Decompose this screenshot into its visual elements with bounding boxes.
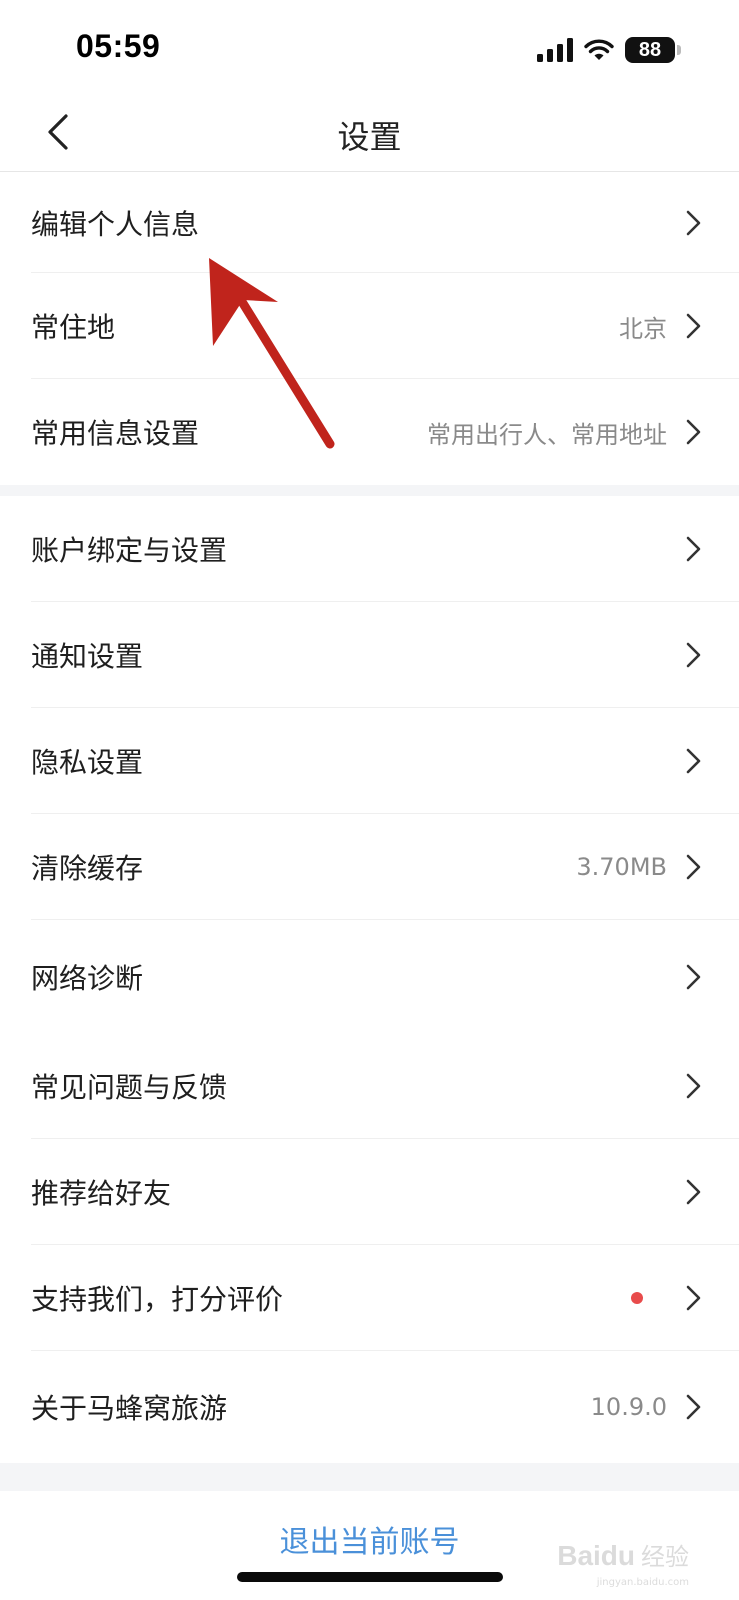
- status-bar: 05:59 88: [0, 0, 739, 92]
- chevron-right-icon: [686, 748, 701, 774]
- row-common-info[interactable]: 常用信息设置 常用出行人、常用地址: [0, 379, 739, 485]
- settings-group-about: 常见问题与反馈 推荐给好友 支持我们，打分评价 关于马蜂窝旅游 10.9.0: [0, 1033, 739, 1463]
- battery-icon: 88: [625, 37, 681, 63]
- status-time: 05:59: [76, 28, 161, 64]
- chevron-right-icon: [686, 1179, 701, 1205]
- signal-icon: [537, 38, 573, 62]
- row-label: 常见问题与反馈: [31, 1071, 228, 1104]
- watermark-text: 经验: [641, 1543, 689, 1571]
- row-about-app[interactable]: 关于马蜂窝旅游 10.9.0: [0, 1351, 739, 1463]
- chevron-right-icon: [686, 313, 701, 339]
- row-label: 支持我们，打分评价: [31, 1283, 284, 1316]
- chevron-right-icon: [686, 419, 701, 445]
- row-value: 3.70MB: [576, 853, 667, 881]
- row-recommend-friends[interactable]: 推荐给好友: [0, 1139, 739, 1245]
- chevron-right-icon: [686, 1073, 701, 1099]
- row-label: 清除缓存: [31, 852, 144, 885]
- chevron-right-icon: [686, 642, 701, 668]
- watermark-logo: Baidu: [557, 1540, 635, 1571]
- chevron-right-icon: [686, 1285, 701, 1311]
- row-value: 10.9.0: [590, 1393, 667, 1421]
- row-label: 常住地: [31, 311, 116, 344]
- chevron-right-icon: [686, 210, 701, 235]
- baidu-watermark: Baidu 经验 jingyan.baidu.com: [557, 1537, 689, 1588]
- home-indicator: [237, 1572, 503, 1582]
- row-faq-feedback[interactable]: 常见问题与反馈: [0, 1033, 739, 1139]
- battery-level: 88: [638, 38, 662, 61]
- page-title: 设置: [337, 118, 402, 156]
- row-edit-profile[interactable]: 编辑个人信息: [0, 172, 739, 273]
- row-label: 网络诊断: [31, 961, 144, 995]
- row-network-diagnosis[interactable]: 网络诊断: [0, 920, 739, 1033]
- row-privacy-settings[interactable]: 隐私设置: [0, 708, 739, 814]
- wifi-icon: [584, 39, 614, 60]
- row-label: 隐私设置: [31, 746, 144, 779]
- row-label: 推荐给好友: [31, 1177, 172, 1210]
- status-icons: 88: [537, 36, 681, 64]
- chevron-right-icon: [686, 964, 701, 989]
- settings-group-account: 账户绑定与设置 通知设置 隐私设置 清除缓存 3.70MB 网络诊断: [0, 496, 739, 1033]
- row-clear-cache[interactable]: 清除缓存 3.70MB: [0, 814, 739, 920]
- row-notification-settings[interactable]: 通知设置: [0, 602, 739, 708]
- chevron-right-icon: [686, 854, 701, 880]
- row-value: 常用出行人、常用地址: [427, 420, 667, 449]
- watermark-url: jingyan.baidu.com: [596, 1577, 689, 1588]
- row-rate-us[interactable]: 支持我们，打分评价: [0, 1245, 739, 1351]
- chevron-right-icon: [686, 1394, 701, 1420]
- chevron-right-icon: [686, 536, 701, 562]
- row-residence[interactable]: 常住地 北京: [0, 273, 739, 379]
- row-label: 账户绑定与设置: [31, 534, 228, 567]
- settings-group-profile: 编辑个人信息 常住地 北京 常用信息设置 常用出行人、常用地址: [0, 172, 739, 485]
- nav-bar: 设置: [0, 92, 739, 172]
- row-value: 北京: [619, 314, 667, 343]
- notification-dot: [631, 1292, 643, 1304]
- row-account-binding[interactable]: 账户绑定与设置: [0, 496, 739, 602]
- row-label: 常用信息设置: [31, 417, 200, 450]
- row-label: 编辑个人信息: [31, 207, 200, 241]
- row-label: 通知设置: [31, 640, 144, 673]
- row-label: 关于马蜂窝旅游: [31, 1392, 228, 1425]
